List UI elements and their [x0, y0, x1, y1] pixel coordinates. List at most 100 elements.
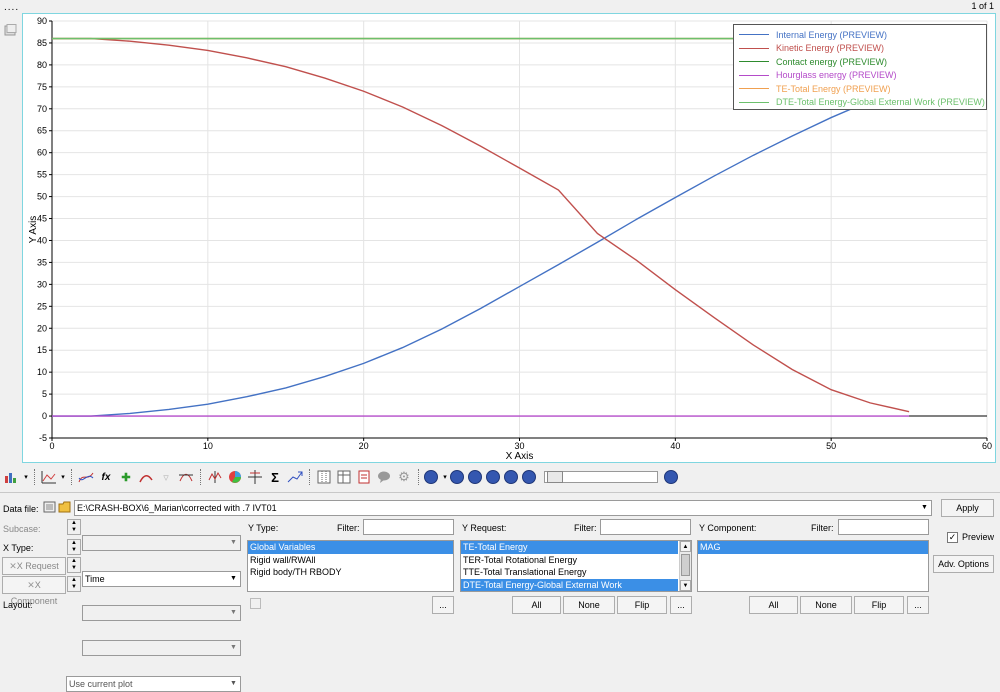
table-icon[interactable] — [335, 468, 353, 486]
xcomponent-button[interactable]: ✕X Component — [2, 576, 66, 606]
report-icon[interactable] — [355, 468, 373, 486]
y-tick-label: 5 — [42, 389, 47, 399]
y-tick-label: 10 — [37, 367, 47, 377]
xrequest-button[interactable]: ✕X Request — [2, 557, 66, 575]
ycomponent-flip-button[interactable]: Flip — [854, 596, 904, 614]
axis-icon[interactable] — [206, 468, 224, 486]
ytype-list[interactable]: Global Variables Rigid wall/RWAll Rigid … — [247, 540, 454, 592]
play-icon[interactable] — [486, 470, 500, 484]
yrequest-flip-button[interactable]: Flip — [617, 596, 667, 614]
list-item[interactable]: TE-Total Energy — [461, 541, 678, 554]
list-item[interactable]: Rigid body/TH RBODY — [248, 566, 453, 579]
data-file-value: E:\CRASH-BOX\6_Marian\corrected with .7 … — [77, 503, 277, 513]
yrequest-label: Y Request: — [462, 523, 507, 533]
toolbar-separator — [200, 469, 201, 485]
folder-icon[interactable] — [58, 500, 72, 514]
legend-label: Contact energy (PREVIEW) — [776, 56, 888, 67]
grid-icon[interactable] — [315, 468, 333, 486]
filter-icon[interactable]: ▿ — [157, 468, 175, 486]
prev-frame-icon[interactable] — [468, 470, 482, 484]
yrequest-scrollbar[interactable]: ▲ ▼ — [679, 541, 691, 591]
data-file-label: Data file: — [3, 504, 39, 514]
subcase-select[interactable]: ▼ — [82, 535, 241, 551]
y-tick-label: 70 — [37, 104, 47, 114]
ycomponent-more-button[interactable]: ... — [907, 596, 929, 614]
yrequest-none-button[interactable]: None — [563, 596, 615, 614]
next-frame-icon[interactable] — [504, 470, 518, 484]
define-curve-icon[interactable] — [77, 468, 95, 486]
chevron-down-icon[interactable]: ▾ — [23, 468, 29, 486]
scroll-down-icon[interactable]: ▼ — [680, 580, 691, 591]
y-tick-label: 65 — [37, 126, 47, 136]
xtype-stepper[interactable]: ▲ ▼ — [67, 539, 81, 555]
scroll-thumb[interactable] — [681, 554, 690, 576]
layout-select[interactable]: Use current plot ▼ — [66, 676, 241, 692]
xcomponent-select[interactable]: ▼ — [82, 640, 241, 656]
file-browse-icon[interactable] — [43, 500, 57, 514]
xrequest-stepper[interactable]: ▲ ▼ — [67, 557, 81, 573]
subcase-stepper[interactable]: ▲ ▼ — [67, 519, 81, 535]
first-frame-icon[interactable] — [450, 470, 464, 484]
toolbar-separator — [34, 469, 35, 485]
last-frame-icon[interactable] — [522, 470, 536, 484]
legend-swatch — [739, 88, 769, 90]
y-tick-label: 15 — [37, 345, 47, 355]
ycomponent-list[interactable]: MAG — [697, 540, 929, 592]
preview-label: Preview — [962, 532, 995, 542]
list-item[interactable]: Rigid wall/RWAll — [248, 554, 453, 567]
crosshair-icon[interactable] — [246, 468, 264, 486]
note-icon[interactable] — [375, 468, 393, 486]
preview-checkbox[interactable]: ✓ — [947, 532, 958, 543]
fit-curve-icon[interactable] — [177, 468, 195, 486]
list-item[interactable]: Global Variables — [248, 541, 453, 554]
sum-icon[interactable]: Σ — [266, 468, 284, 486]
legend-swatch — [739, 74, 769, 76]
delete-curve-icon[interactable] — [137, 468, 155, 486]
chevron-down-icon[interactable]: ▾ — [60, 468, 66, 486]
ycomponent-filter-input[interactable] — [838, 519, 929, 535]
xrequest-select[interactable]: ▼ — [82, 605, 241, 621]
yrequest-all-button[interactable]: All — [512, 596, 561, 614]
list-item[interactable]: TER-Total Rotational Energy — [461, 554, 678, 567]
yrequest-more-button[interactable]: ... — [670, 596, 692, 614]
animation-icon[interactable] — [424, 470, 438, 484]
chevron-down-icon[interactable]: ▾ — [442, 468, 448, 486]
yrequest-list[interactable]: TE-Total Energy TER-Total Rotational Ene… — [460, 540, 692, 592]
ycomponent-none-button[interactable]: None — [800, 596, 852, 614]
x-tick-label: 20 — [359, 441, 369, 451]
list-item[interactable]: MAG — [698, 541, 928, 554]
slider-thumb[interactable] — [547, 471, 563, 483]
data-file-field[interactable]: E:\CRASH-BOX\6_Marian\corrected with .7 … — [74, 500, 932, 516]
chevron-down-icon[interactable]: ▼ — [919, 502, 930, 514]
options-icon[interactable] — [664, 470, 678, 484]
page-icon[interactable] — [4, 24, 17, 36]
settings-icon[interactable]: ⚙ — [395, 468, 413, 486]
add-curve-icon[interactable]: ✚ — [117, 468, 135, 486]
xcomponent-stepper[interactable]: ▲ ▼ — [67, 576, 81, 592]
list-item[interactable]: TTE-Total Translational Energy — [461, 566, 678, 579]
yrequest-filter-label: Filter: — [574, 523, 597, 533]
menu-dots[interactable]: .... — [4, 2, 19, 13]
ytype-checkbox[interactable] — [250, 598, 261, 609]
scroll-up-icon[interactable]: ▲ — [680, 541, 691, 552]
math-icon[interactable]: fx — [97, 468, 115, 486]
legend-item: Hourglass energy (PREVIEW) — [734, 69, 986, 83]
y-tick-label: 35 — [37, 257, 47, 267]
list-item[interactable]: DTE-Total Energy-Global External Work — [461, 578, 678, 591]
curve-icon[interactable] — [40, 468, 58, 486]
xtype-value: Time — [85, 574, 105, 584]
plot-type-icon[interactable] — [3, 468, 21, 486]
animation-slider[interactable] — [544, 471, 658, 483]
ycomponent-all-button[interactable]: All — [749, 596, 798, 614]
color-icon[interactable] — [226, 468, 244, 486]
xtype-select[interactable]: Time ▼ — [82, 571, 241, 587]
ytype-more-button[interactable]: ... — [432, 596, 454, 614]
trend-icon[interactable] — [286, 468, 304, 486]
legend-label: Kinetic Energy (PREVIEW) — [776, 43, 885, 54]
adv-options-button[interactable]: Adv. Options — [933, 555, 994, 573]
apply-button[interactable]: Apply — [941, 499, 994, 517]
yrequest-filter-input[interactable] — [600, 519, 691, 535]
ytype-filter-input[interactable] — [363, 519, 454, 535]
plot-area[interactable]: 0 10 20 30 40 50 60 -5 0 5 10 15 20 25 30 35 40 45 50 55 60 6… — [22, 13, 996, 463]
series-line-0 — [52, 86, 910, 417]
